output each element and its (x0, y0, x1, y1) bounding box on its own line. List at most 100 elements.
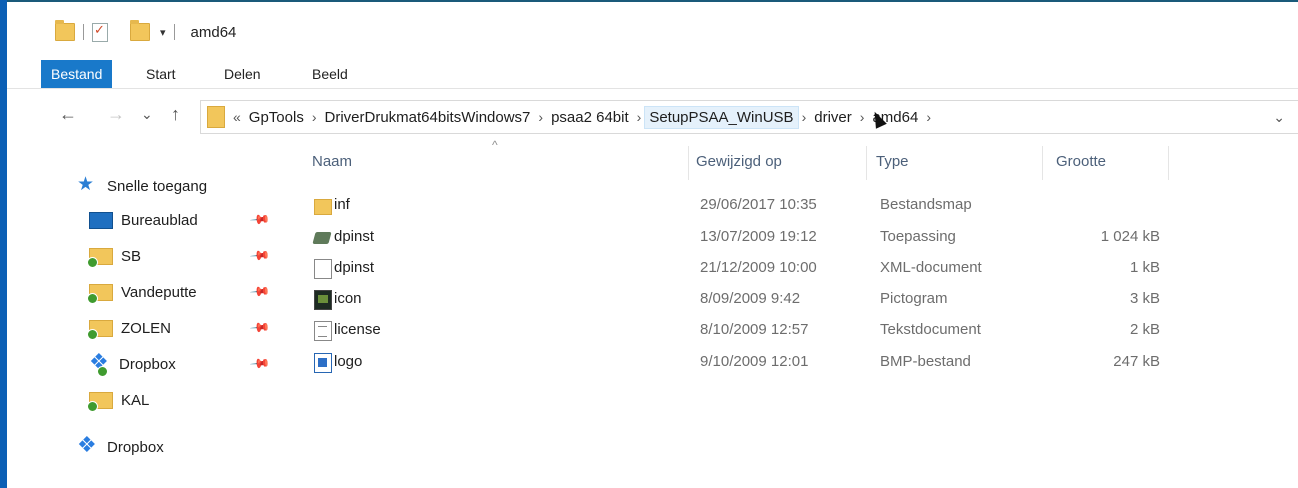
file-date: 8/10/2009 12:57 (700, 321, 809, 338)
tab-start[interactable]: Start (146, 60, 176, 88)
chevron-right-icon[interactable]: › (538, 109, 543, 125)
tab-bestand[interactable]: Bestand (41, 60, 113, 88)
chevron-right-icon[interactable]: › (926, 109, 931, 125)
column-header-name[interactable]: Naam (312, 144, 692, 180)
tab-delen[interactable]: Delen (224, 60, 261, 88)
nav-label: ZOLEN (121, 319, 172, 337)
file-list: ^ Naam Gewijzigd op Type Grootte inf 29/… (292, 138, 1298, 488)
file-explorer-window: ▾ amd64 Bestand Start Delen Beeld ← → ⌄ … (7, 0, 1298, 488)
folder-icon (314, 199, 332, 215)
up-button[interactable]: ↑ (171, 104, 180, 125)
nav-label: Snelle toegang (107, 177, 208, 195)
ribbon-tabs: Bestand Start Delen Beeld (7, 60, 1298, 89)
nav-dropbox-root[interactable]: Dropbox (77, 432, 164, 461)
breadcrumb-gptools[interactable]: GpTools (249, 109, 304, 126)
file-date: 21/12/2009 10:00 (700, 259, 817, 276)
column-header-size[interactable]: Grootte (1056, 144, 1166, 180)
file-name: logo (334, 353, 363, 370)
column-divider[interactable] (688, 146, 689, 180)
properties-icon[interactable] (92, 22, 108, 42)
file-name: license (334, 321, 381, 338)
file-type: Tekstdocument (880, 321, 981, 338)
breadcrumb-drivers[interactable]: DriverDrukmat64bitsWindows7 (325, 109, 531, 126)
new-folder-icon[interactable] (130, 20, 150, 41)
file-size: 1 024 kB (1100, 228, 1160, 245)
nav-item-dropbox[interactable]: Dropbox (89, 349, 176, 378)
nav-item-zolen[interactable]: ZOLEN (87, 314, 172, 342)
file-name: icon (334, 290, 362, 307)
file-row[interactable]: icon 8/09/2009 9:42 Pictogram 3 kB (292, 284, 1192, 314)
address-bar[interactable]: « GpTools › DriverDrukmat64bitsWindows7 … (200, 100, 1298, 134)
column-divider[interactable] (1042, 146, 1043, 180)
file-type: Toepassing (880, 228, 956, 245)
breadcrumb-setuppsaa[interactable]: SetupPSAA_WinUSB (644, 105, 799, 129)
file-row[interactable]: logo 9/10/2009 12:01 BMP-bestand 247 kB (292, 347, 1192, 377)
customize-toolbar-dropdown-icon[interactable]: ▾ (160, 26, 166, 39)
folder-icon (87, 319, 113, 340)
file-name: inf (334, 196, 350, 213)
star-icon (77, 173, 99, 196)
file-date: 29/06/2017 10:35 (700, 196, 817, 213)
desktop-icon (89, 211, 113, 229)
forward-button[interactable]: → (107, 104, 125, 125)
file-type: Bestandsmap (880, 196, 972, 213)
back-button[interactable]: ← (59, 104, 77, 125)
nav-quick-access[interactable]: Snelle toegang (77, 172, 207, 200)
nav-label: SB (121, 247, 142, 265)
file-size: 2 kB (1129, 321, 1160, 338)
nav-label: Dropbox (107, 438, 164, 456)
application-icon (312, 232, 332, 244)
file-size: 3 kB (1129, 290, 1160, 307)
file-date: 9/10/2009 12:01 (700, 353, 809, 370)
folder-icon (87, 247, 113, 268)
file-row[interactable]: dpinst 21/12/2009 10:00 XML-document 1 k… (292, 253, 1192, 283)
file-name: dpinst (334, 228, 375, 245)
pin-icon[interactable]: 📌 (249, 281, 271, 304)
pin-icon[interactable]: 📌 (249, 353, 271, 376)
toolbar-separator (83, 24, 84, 40)
nav-item-vandeputte[interactable]: Vandeputte (87, 278, 197, 306)
dropbox-icon (77, 432, 99, 458)
window-left-edge (0, 0, 7, 488)
xml-document-icon (314, 259, 332, 279)
file-type: BMP-bestand (880, 353, 971, 370)
nav-item-sb[interactable]: SB (87, 242, 142, 270)
column-divider[interactable] (1168, 146, 1169, 180)
file-type: Pictogram (880, 290, 948, 307)
nav-label: Vandeputte (121, 283, 197, 301)
breadcrumb-psaa2[interactable]: psaa2 64bit (551, 109, 629, 126)
file-size (1044, 190, 1160, 220)
file-row[interactable]: inf 29/06/2017 10:35 Bestandsmap (292, 190, 1192, 220)
tab-beeld[interactable]: Beeld (312, 60, 348, 88)
pictogram-icon (314, 290, 332, 310)
nav-item-bureaublad[interactable]: Bureaublad (89, 206, 198, 234)
title-bar: ▾ amd64 (7, 2, 1298, 60)
file-date: 13/07/2009 19:12 (700, 228, 817, 245)
navigation-pane: Snelle toegang Bureaublad 📌 SB 📌 Vandepu… (7, 140, 287, 488)
pin-icon[interactable]: 📌 (249, 245, 271, 268)
file-size: 247 kB (1113, 353, 1160, 370)
chevron-right-icon[interactable]: › (802, 109, 807, 125)
toolbar-separator (173, 24, 175, 40)
breadcrumb-driver[interactable]: driver (814, 109, 852, 126)
quick-access-toolbar: ▾ amd64 (55, 20, 236, 44)
navigation-row: ← → ⌄ ↑ « GpTools › DriverDrukmat64bitsW… (7, 96, 1298, 136)
dropbox-icon (89, 349, 111, 377)
pin-icon[interactable]: 📌 (249, 209, 271, 232)
file-row[interactable]: dpinst 13/07/2009 19:12 Toepassing 1 024… (292, 222, 1192, 252)
chevron-right-icon[interactable]: › (637, 109, 642, 125)
file-row[interactable]: license 8/10/2009 12:57 Tekstdocument 2 … (292, 315, 1192, 345)
address-dropdown-icon[interactable]: ⌄ (1273, 109, 1285, 126)
column-divider[interactable] (866, 146, 867, 180)
column-header-date[interactable]: Gewijzigd op (696, 144, 866, 180)
recent-locations-button[interactable]: ⌄ (141, 106, 153, 123)
chevron-right-icon[interactable]: › (860, 109, 865, 125)
pin-icon[interactable]: 📌 (249, 317, 271, 340)
overflow-chevron-icon[interactable]: « (233, 109, 241, 125)
nav-item-kal[interactable]: KAL (87, 386, 149, 414)
file-date: 8/09/2009 9:42 (700, 290, 801, 307)
chevron-right-icon[interactable]: › (312, 109, 317, 125)
column-header-type[interactable]: Type (876, 144, 1036, 180)
nav-label: Bureaublad (121, 211, 198, 229)
folder-icon[interactable] (55, 20, 75, 41)
